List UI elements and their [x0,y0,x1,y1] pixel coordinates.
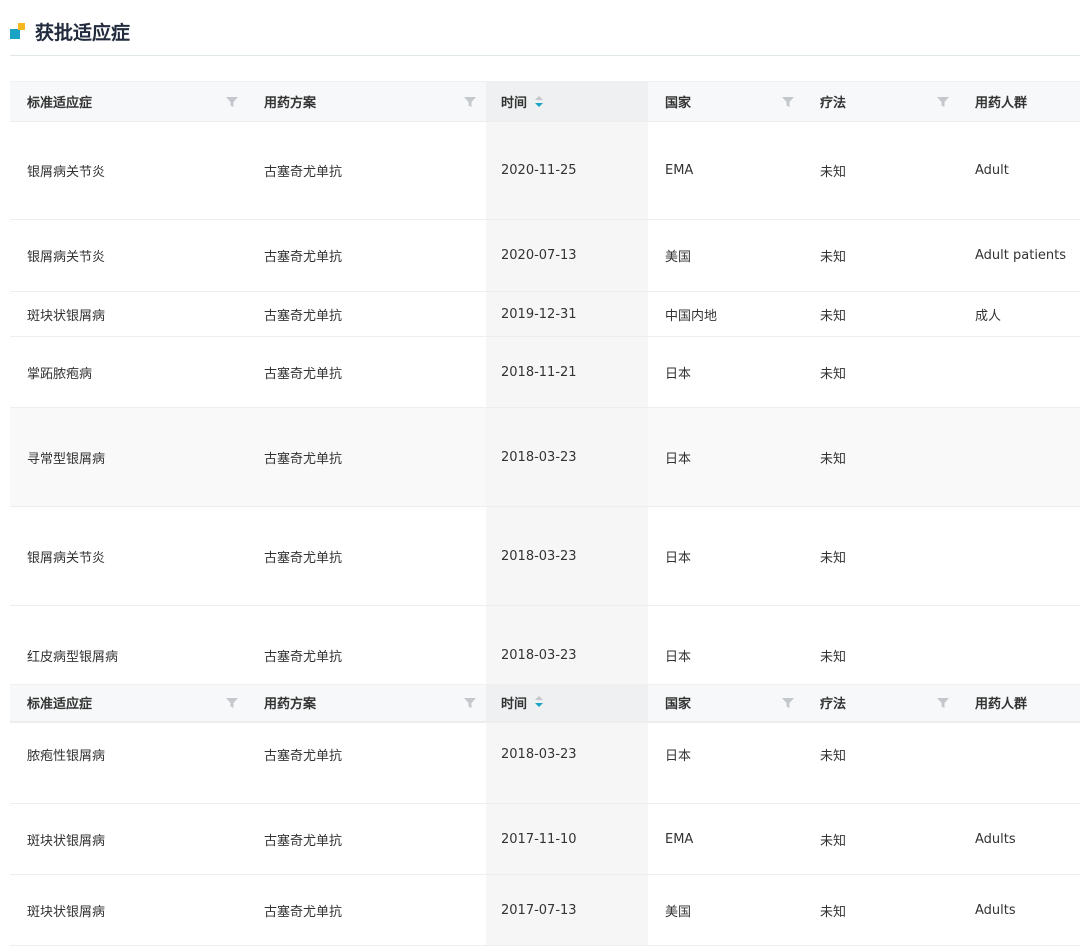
cell-therapy: 未知 [820,833,847,849]
sort-icon[interactable] [535,696,544,708]
filter-icon[interactable] [937,96,949,108]
cell-indication: 银屑病关节炎 [27,250,106,265]
cell-country: 日本 [665,550,692,566]
cell-date: 2018-03-23 [501,449,577,465]
cell-population [975,723,1080,785]
column-header-date[interactable]: 时间 [501,82,646,121]
sticky-header-date[interactable]: 时间 [501,685,646,721]
table-row: 斑块状银屑病 古塞奇尤单抗 2017-11-10 EMA 未知 Adults [10,804,1080,875]
cell-indication: 寻常型银屑病 [27,451,106,467]
cell-regimen: 古塞奇尤单抗 [264,748,343,764]
cell-population: Adults [975,831,1016,847]
filter-icon[interactable] [226,96,238,108]
cell-indication: 掌跖脓疱病 [27,366,93,382]
cell-indication: 银屑病关节炎 [27,550,106,566]
table-row: 银屑病关节炎 古塞奇尤单抗 2020-11-25 EMA 未知 Adult [10,122,1080,220]
sticky-header-indication[interactable]: 标准适应症 [27,685,247,721]
cell-regimen: 古塞奇尤单抗 [264,550,343,566]
filter-icon[interactable] [937,697,949,709]
column-header-population[interactable]: 用药人群 [975,82,1080,121]
cell-population [975,337,1080,407]
cell-regimen: 古塞奇尤单抗 [264,366,343,382]
cell-therapy: 未知 [820,451,847,467]
cell-country: EMA [665,831,694,847]
cell-regimen: 古塞奇尤单抗 [264,833,343,849]
cell-regimen: 古塞奇尤单抗 [264,250,343,265]
cell-country: 美国 [665,904,692,920]
cell-therapy: 未知 [820,366,847,382]
table-row: 寻常型银屑病 古塞奇尤单抗 2018-03-23 日本 未知 [10,408,1080,507]
cell-population: Adult [975,163,1009,178]
cell-regimen: 古塞奇尤单抗 [264,904,343,920]
cell-date: 2017-11-10 [501,831,577,847]
table-header: 标准适应症 用药方案 时间 国家 疗法 用药人群 [10,81,1080,122]
cell-indication: 斑块状银屑病 [27,904,106,920]
cell-population [975,408,1080,506]
cell-population: 成人 [975,308,1002,324]
title-divider [10,55,1080,56]
cell-population: Adult patients [975,248,1067,263]
cell-regimen: 古塞奇尤单抗 [264,451,343,467]
table-row: 斑块状银屑病 古塞奇尤单抗 2017-07-13 美国 未知 Adults [10,875,1080,946]
cell-therapy: 未知 [820,748,847,764]
cell-indication: 脓疱性银屑病 [27,748,106,764]
title-marker-icon [10,29,20,39]
sort-icon[interactable] [535,95,544,108]
table-row: 脓疱性银屑病 古塞奇尤单抗 2018-03-23 日本 未知 [10,723,1080,804]
cell-population [975,507,1080,605]
cell-country: 中国内地 [665,308,718,324]
cell-therapy: 未知 [820,250,847,265]
cell-date: 2020-11-25 [501,163,577,178]
table-row: 银屑病关节炎 古塞奇尤单抗 2020-07-13 美国 未知 Adult pat… [10,220,1080,292]
filter-icon[interactable] [782,96,794,108]
section-header: 获批适应症 [0,0,1080,56]
cell-regimen: 古塞奇尤单抗 [264,165,343,180]
cell-date: 2019-12-31 [501,306,577,322]
cell-country: 美国 [665,250,692,265]
filter-icon[interactable] [464,96,476,108]
column-header-date-label: 时间 [501,96,528,111]
sticky-header-date-label: 时间 [501,697,528,712]
sticky-header-population[interactable]: 用药人群 [975,685,1080,721]
sticky-table-header: 标准适应症 用药方案 时间 国家 疗法 用药人群 [10,684,1080,722]
cell-country: EMA [665,163,694,178]
cell-date: 2018-03-23 [501,746,577,762]
column-header-regimen[interactable]: 用药方案 [264,82,484,121]
column-header-indication[interactable]: 标准适应症 [27,82,247,121]
cell-therapy: 未知 [820,308,847,324]
cell-therapy: 未知 [820,904,847,920]
cell-country: 日本 [665,451,692,467]
cell-country: 日本 [665,366,692,382]
filter-icon[interactable] [226,697,238,709]
cell-indication: 斑块状银屑病 [27,308,106,324]
cell-indication: 银屑病关节炎 [27,165,106,180]
cell-date: 2017-07-13 [501,902,577,918]
cell-date: 2018-11-21 [501,364,577,380]
filter-icon[interactable] [464,697,476,709]
filter-icon[interactable] [782,697,794,709]
table-row: 银屑病关节炎 古塞奇尤单抗 2018-03-23 日本 未知 [10,507,1080,606]
cell-regimen: 古塞奇尤单抗 [264,308,343,324]
title-marker-accent-icon [18,23,25,30]
cell-population: Adults [975,902,1016,918]
cell-date: 2020-07-13 [501,248,577,263]
table-row: 斑块状银屑病 古塞奇尤单抗 2019-12-31 中国内地 未知 成人 [10,292,1080,337]
cell-indication: 斑块状银屑病 [27,833,106,849]
approved-indications-table: 标准适应症 用药方案 时间 国家 疗法 用药人群 银屑病关节炎 古塞奇尤单抗 2… [10,81,1080,946]
cell-country: 日本 [665,748,692,764]
table-row: 掌跖脓疱病 古塞奇尤单抗 2018-11-21 日本 未知 [10,337,1080,408]
sticky-header-regimen[interactable]: 用药方案 [264,685,484,721]
cell-therapy: 未知 [820,165,847,180]
cell-therapy: 未知 [820,550,847,566]
cell-date: 2018-03-23 [501,548,577,564]
section-title: 获批适应症 [35,22,131,44]
